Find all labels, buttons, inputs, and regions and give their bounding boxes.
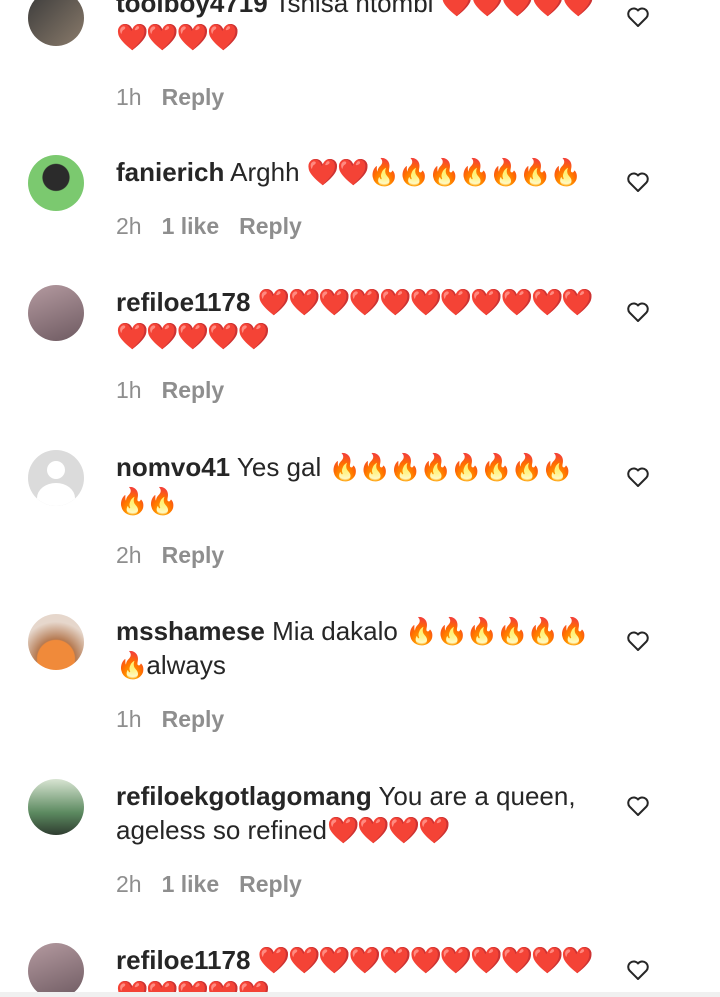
username[interactable]: refiloekgotlagomang	[116, 781, 372, 811]
comment-text: Yes gal	[230, 452, 329, 482]
comment-meta: 1h Reply	[116, 377, 224, 404]
comment-meta: 2h 1 like Reply	[116, 213, 302, 240]
comment-meta: 2h Reply	[116, 542, 224, 569]
bottom-divider	[0, 992, 720, 997]
username[interactable]: fanierich	[116, 157, 224, 187]
reply-button[interactable]: Reply	[239, 871, 302, 897]
avatar[interactable]	[28, 285, 84, 341]
comment-text-suffix: always	[146, 650, 226, 680]
timestamp: 1h	[116, 84, 142, 110]
timestamp: 2h	[116, 213, 142, 239]
username[interactable]: msshamese	[116, 616, 265, 646]
comment-text: Mia dakalo	[264, 616, 406, 646]
like-heart-icon[interactable]	[626, 630, 650, 652]
avatar[interactable]	[28, 155, 84, 211]
username[interactable]: toolboy4719	[116, 0, 268, 18]
timestamp: 1h	[116, 377, 142, 403]
like-heart-icon[interactable]	[626, 6, 650, 28]
avatar[interactable]	[28, 614, 84, 670]
username[interactable]: refiloe1178	[116, 287, 250, 317]
comment-meta: 1h Reply	[116, 706, 224, 733]
reply-button[interactable]: Reply	[162, 84, 225, 110]
comment-meta: 2h 1 like Reply	[116, 871, 302, 898]
avatar[interactable]	[28, 943, 84, 997]
comment-text	[250, 945, 257, 975]
comment-meta: 1h Reply	[116, 84, 224, 111]
reply-button[interactable]: Reply	[239, 213, 302, 239]
like-heart-icon[interactable]	[626, 466, 650, 488]
avatar[interactable]	[28, 0, 84, 46]
default-avatar-shoulders	[37, 483, 75, 506]
timestamp: 2h	[116, 871, 142, 897]
likes-count[interactable]: 1 like	[162, 871, 220, 897]
avatar[interactable]	[28, 450, 84, 506]
comment-item: refiloe1178 ❤️❤️❤️❤️❤️❤️❤️❤️❤️❤️❤️❤️❤️❤️…	[0, 943, 720, 997]
like-heart-icon[interactable]	[626, 959, 650, 981]
timestamp: 2h	[116, 542, 142, 568]
comment-text: Tshisa ntombi	[267, 0, 441, 18]
comment-emoji: ❤️❤️🔥🔥🔥🔥🔥🔥🔥	[306, 157, 582, 187]
like-heart-icon[interactable]	[626, 795, 650, 817]
timestamp: 1h	[116, 706, 142, 732]
like-heart-icon[interactable]	[626, 301, 650, 323]
reply-button[interactable]: Reply	[162, 706, 225, 732]
default-avatar-head	[47, 461, 65, 479]
likes-count[interactable]: 1 like	[162, 213, 220, 239]
comment-text: Arghh	[224, 157, 307, 187]
comment-text	[250, 287, 257, 317]
reply-button[interactable]: Reply	[162, 542, 225, 568]
comment-emoji: ❤️❤️❤️❤️	[327, 815, 450, 845]
username[interactable]: nomvo41	[116, 452, 230, 482]
reply-button[interactable]: Reply	[162, 377, 225, 403]
username[interactable]: refiloe1178	[116, 945, 250, 975]
avatar[interactable]	[28, 779, 84, 835]
like-heart-icon[interactable]	[626, 171, 650, 193]
